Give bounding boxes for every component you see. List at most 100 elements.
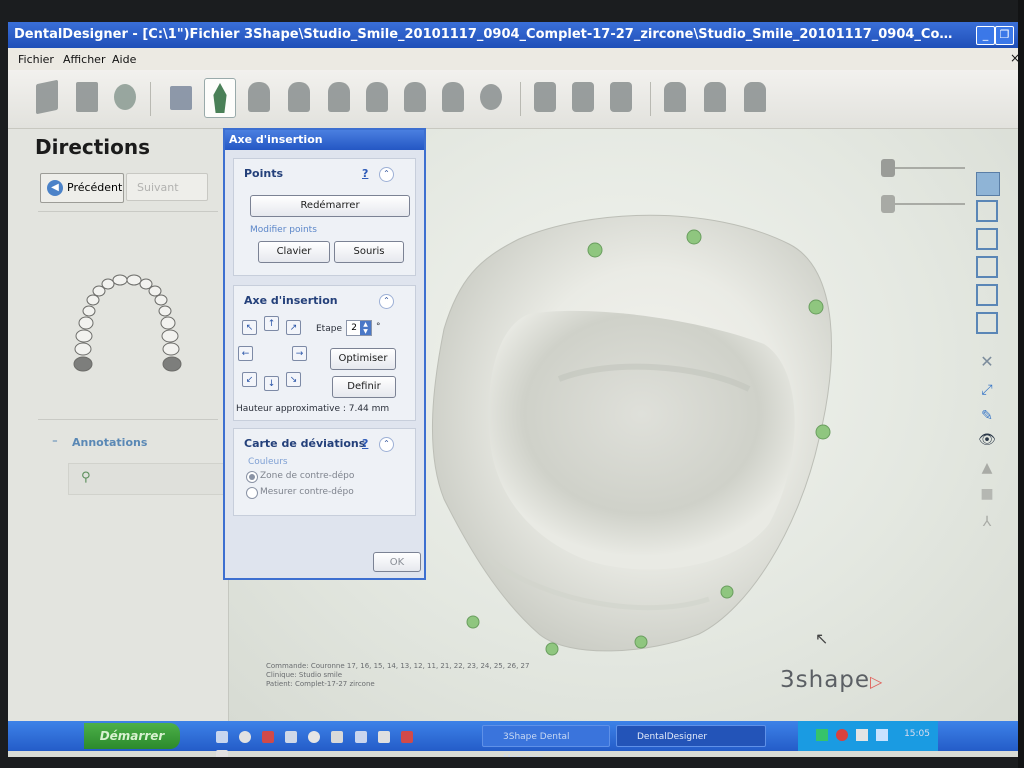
menu-bar: Fichier Afficher Aide × — [8, 48, 1018, 70]
tray-icon[interactable] — [856, 729, 868, 741]
step-unit: ° — [376, 322, 381, 332]
quick-launch-icon[interactable] — [239, 731, 252, 743]
toolbar-sculpt-tool-1[interactable] — [660, 78, 690, 116]
toolbar-tooth-tool-2[interactable] — [284, 78, 314, 116]
arrow-left-icon[interactable]: ← — [238, 346, 253, 361]
arrow-right-icon[interactable]: → — [292, 346, 307, 361]
toolbar-tooth-tool-6[interactable] — [438, 78, 468, 116]
radio-zone[interactable] — [246, 471, 258, 483]
toolbar-calendar-button[interactable] — [166, 78, 196, 116]
chevron-up-icon[interactable]: ⌃ — [379, 294, 394, 309]
annotations-label[interactable]: Annotations — [72, 436, 147, 449]
quick-launch-icon[interactable] — [216, 750, 228, 757]
maximize-button[interactable]: ❐ — [995, 26, 1014, 45]
toolbar-bridge-tool-3[interactable] — [606, 78, 636, 116]
view-left-icon[interactable] — [976, 228, 998, 250]
menu-view[interactable]: Afficher — [63, 53, 105, 66]
quick-launch-icon[interactable] — [285, 731, 298, 743]
axis-icon[interactable]: ⅄ — [976, 514, 998, 536]
quick-launch-icon[interactable] — [262, 731, 275, 743]
define-button[interactable]: Definir — [332, 376, 396, 398]
toolbar-insertion-axis-button[interactable] — [204, 78, 236, 118]
brightness-slider-2[interactable] — [885, 203, 965, 205]
view-top-icon[interactable] — [976, 284, 998, 306]
radio-measure[interactable] — [246, 487, 258, 499]
taskbar-item-dentaldesigner[interactable]: DentalDesigner — [616, 725, 766, 747]
view-back-icon[interactable] — [976, 200, 998, 222]
previous-button[interactable]: ◀ Précédent — [40, 173, 124, 203]
toolbar-sculpt-tool-2[interactable] — [700, 78, 730, 116]
info-patient: Patient: Complet-17-27 zircone — [266, 680, 375, 688]
tray-icon[interactable] — [836, 729, 848, 741]
ok-button[interactable]: OK — [373, 552, 421, 572]
measure-icon[interactable]: ⤢ — [976, 382, 998, 404]
toolbar-tooth-tool-5[interactable] — [400, 78, 430, 116]
quick-launch-icon[interactable] — [400, 731, 413, 743]
taskbar: Démarrer 3Shape Dental Manager DentalDes… — [8, 721, 1018, 757]
arrow-up-icon[interactable]: ↑ — [264, 316, 279, 331]
menu-help[interactable]: Aide — [112, 53, 136, 66]
quick-launch-icon[interactable] — [216, 731, 228, 743]
toolbar-bridge-tool-2[interactable] — [568, 78, 598, 116]
annotations-list[interactable]: ⚲ — [68, 463, 228, 495]
start-button[interactable]: Démarrer — [84, 723, 180, 749]
tray-icon[interactable] — [876, 729, 888, 741]
arrow-up-left-icon[interactable]: ↖ — [242, 320, 257, 335]
chevron-up-icon[interactable]: ⌃ — [379, 167, 394, 182]
taskbar-item-dental-manager[interactable]: 3Shape Dental Manager — [482, 725, 610, 757]
view-right-icon[interactable] — [976, 256, 998, 278]
next-label: Suivant — [137, 181, 179, 194]
view-front-icon[interactable] — [976, 172, 1000, 196]
step-spinner[interactable]: ▲ ▼ — [360, 321, 371, 335]
cube-icon[interactable]: ■ — [976, 486, 998, 508]
toolbar-bridge-tool-1[interactable] — [530, 78, 560, 116]
minimize-button[interactable]: _ — [976, 26, 995, 45]
eye-icon[interactable]: 👁 — [976, 432, 998, 454]
monitor-bezel — [1018, 0, 1024, 768]
radio-zone-label: Zone de contre-dépo — [260, 471, 355, 481]
mouse-button[interactable]: Souris — [334, 241, 404, 263]
system-tray: 15:05 — [798, 721, 938, 751]
quick-launch-bar — [213, 728, 423, 757]
approx-height-text: Hauteur approximative : 7.44 mm — [236, 404, 390, 414]
quick-launch-icon[interactable] — [377, 731, 390, 743]
toolbar-tooth-tool-3[interactable] — [324, 78, 354, 116]
arrow-down-right-icon[interactable]: ↘ — [286, 372, 301, 387]
clip-icon[interactable]: ✎ — [976, 408, 998, 430]
triangle-icon[interactable]: ▲ — [976, 460, 998, 482]
quick-launch-icon[interactable] — [354, 731, 367, 743]
arrow-down-icon[interactable]: ↓ — [264, 376, 279, 391]
step-label: Etape — [316, 324, 342, 334]
transform-icon[interactable]: ✕ — [976, 352, 998, 374]
brightness-slider-1[interactable] — [885, 167, 965, 169]
toolbar-sculpt-tool-3[interactable] — [740, 78, 770, 116]
toolbar-open-button[interactable] — [32, 78, 62, 116]
screen: DentalDesigner - [C:\1")Fichier 3Shape\S… — [8, 22, 1018, 757]
toolbar-tooth-tool-4[interactable] — [362, 78, 392, 116]
info-clinic: Clinique: Studio smile — [266, 671, 343, 679]
axis-title: Axe d'insertion — [244, 294, 338, 307]
keyboard-button[interactable]: Clavier — [258, 241, 330, 263]
toolbar-settings-button[interactable] — [110, 78, 140, 116]
toolbar-tooth-tool-1[interactable] — [244, 78, 274, 116]
arrow-down-left-icon[interactable]: ↙ — [242, 372, 257, 387]
optimize-button[interactable]: Optimiser — [330, 348, 396, 370]
points-help-icon[interactable]: ? — [362, 167, 368, 180]
toolbar-save-button[interactable] — [72, 78, 102, 116]
toolbar-disc-button[interactable] — [476, 78, 506, 116]
deviation-help-icon[interactable]: ? — [362, 437, 368, 450]
view-bottom-icon[interactable] — [976, 312, 998, 334]
quick-launch-icon[interactable] — [308, 731, 321, 743]
close-icon[interactable]: × — [1010, 51, 1018, 65]
menu-file[interactable]: Fichier — [18, 53, 54, 66]
chevron-up-icon[interactable]: ⌃ — [379, 437, 394, 452]
tray-icon[interactable] — [816, 729, 828, 741]
directions-panel: Directions ◀ Précédent Suivant ⁼ Annotat… — [8, 129, 229, 729]
panel-title: Directions — [35, 135, 151, 159]
arrow-up-right-icon[interactable]: ↗ — [286, 320, 301, 335]
points-title: Points — [244, 167, 284, 180]
brand-logo: 3shape▷ — [780, 667, 883, 693]
next-button[interactable]: Suivant — [126, 173, 208, 201]
restart-button[interactable]: Redémarrer — [250, 195, 410, 217]
quick-launch-icon[interactable] — [331, 731, 344, 743]
